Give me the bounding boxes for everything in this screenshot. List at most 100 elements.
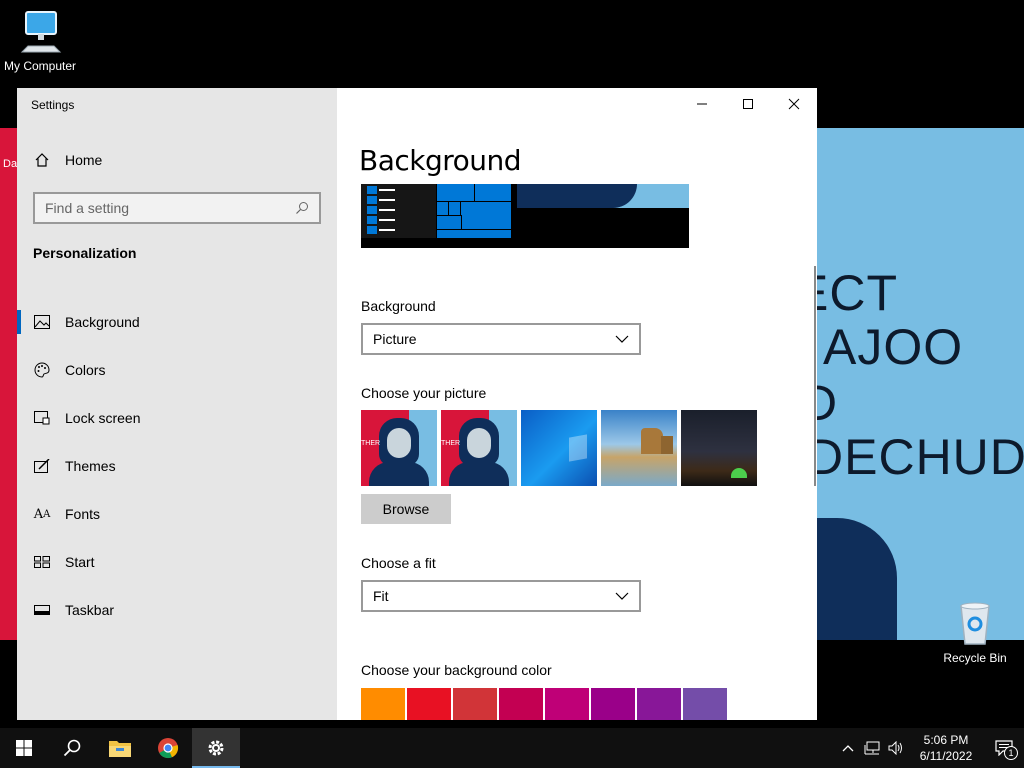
clock-date: 6/11/2022 bbox=[919, 749, 973, 763]
taskbar-icon bbox=[33, 601, 51, 619]
preview-tile bbox=[448, 201, 462, 217]
color-swatch[interactable] bbox=[637, 688, 681, 720]
personalization-nav-list: Background Colors Lock screen Themes A A… bbox=[17, 298, 337, 634]
gear-icon bbox=[208, 740, 224, 756]
taskbar-clock[interactable]: 5:06 PM 6/11/2022 bbox=[908, 732, 984, 764]
action-center-button[interactable]: 1 bbox=[984, 728, 1024, 768]
lock-screen-icon bbox=[33, 409, 51, 427]
start-button[interactable] bbox=[0, 728, 48, 768]
settings-window: Settings Home Find a setting Personaliza… bbox=[17, 88, 817, 720]
thumbnail-text: THER bbox=[361, 440, 381, 447]
home-icon bbox=[33, 151, 51, 169]
preview-tile bbox=[474, 184, 512, 203]
thumb-figure-body bbox=[369, 462, 429, 486]
chrome-button[interactable] bbox=[144, 728, 192, 768]
file-explorer-button[interactable] bbox=[96, 728, 144, 768]
volume-button[interactable] bbox=[884, 728, 908, 768]
color-swatch[interactable] bbox=[591, 688, 635, 720]
recycle-bin-desktop-icon[interactable]: Recycle Bin bbox=[938, 600, 1012, 665]
wallpaper-figure bbox=[817, 518, 897, 640]
network-icon bbox=[864, 741, 880, 755]
themes-icon bbox=[33, 457, 51, 475]
section-heading: Personalization bbox=[33, 245, 137, 261]
sidebar-item-label: Fonts bbox=[65, 506, 101, 522]
home-label: Home bbox=[65, 152, 103, 168]
wallpaper-right-area: ECT AJOO D DECHUD bbox=[817, 128, 1024, 640]
thumb-rock bbox=[641, 428, 663, 454]
preview-tile bbox=[436, 201, 450, 217]
color-swatch[interactable] bbox=[683, 688, 727, 720]
wallpaper-text-line-1: ECT bbox=[817, 265, 898, 321]
sidebar-item-label: Lock screen bbox=[65, 410, 141, 426]
background-type-dropdown[interactable]: Picture bbox=[361, 323, 641, 355]
thumb-tent bbox=[731, 468, 747, 478]
choose-fit-dropdown[interactable]: Fit bbox=[361, 580, 641, 612]
choose-fit-label: Choose a fit bbox=[361, 555, 436, 571]
background-type-label: Background bbox=[361, 298, 436, 314]
chevron-down-icon bbox=[615, 592, 629, 600]
minimize-icon bbox=[697, 103, 707, 105]
minimize-button[interactable] bbox=[679, 88, 725, 120]
sidebar-item-label: Taskbar bbox=[65, 602, 115, 618]
fit-value: Fit bbox=[373, 588, 389, 604]
window-controls bbox=[679, 88, 817, 120]
volume-icon bbox=[888, 741, 902, 755]
sidebar-item-lock-screen[interactable]: Lock screen bbox=[17, 394, 337, 442]
search-placeholder: Find a setting bbox=[45, 200, 130, 216]
computer-icon bbox=[20, 11, 62, 53]
preview-menu-icon bbox=[367, 186, 377, 194]
picture-thumbnails: THER THER bbox=[361, 410, 757, 486]
page-title: Background bbox=[359, 144, 522, 177]
color-swatch[interactable] bbox=[545, 688, 589, 720]
sidebar-item-taskbar[interactable]: Taskbar bbox=[17, 586, 337, 634]
sidebar-item-colors[interactable]: Colors bbox=[17, 346, 337, 394]
sidebar-item-fonts[interactable]: AA Fonts bbox=[17, 490, 337, 538]
main-scrollbar[interactable] bbox=[814, 266, 816, 486]
preview-menu-icon bbox=[367, 216, 377, 224]
close-icon bbox=[788, 98, 800, 110]
system-tray: 5:06 PM 6/11/2022 1 bbox=[836, 728, 1024, 768]
background-type-value: Picture bbox=[373, 331, 417, 347]
thumbnail-portrait-2[interactable]: THER bbox=[441, 410, 517, 486]
browse-button[interactable]: Browse bbox=[361, 494, 451, 524]
chevron-down-icon bbox=[615, 335, 629, 343]
color-swatch[interactable] bbox=[361, 688, 405, 720]
find-setting-search-input[interactable]: Find a setting bbox=[33, 192, 321, 224]
settings-button[interactable] bbox=[192, 728, 240, 768]
maximize-button[interactable] bbox=[725, 88, 771, 120]
thumbnail-night-sky[interactable] bbox=[681, 410, 757, 486]
background-color-swatches bbox=[361, 688, 727, 720]
sidebar-item-background[interactable]: Background bbox=[17, 298, 337, 346]
thumbnail-windows-default[interactable] bbox=[521, 410, 597, 486]
sidebar-item-label: Background bbox=[65, 314, 140, 330]
search-button[interactable] bbox=[48, 728, 96, 768]
thumb-figure-face bbox=[467, 428, 491, 458]
wallpaper-text-line-2: AJOO bbox=[823, 319, 964, 375]
color-swatch[interactable] bbox=[407, 688, 451, 720]
maximize-icon bbox=[743, 99, 753, 109]
sidebar-item-themes[interactable]: Themes bbox=[17, 442, 337, 490]
settings-sidebar: Settings Home Find a setting Personaliza… bbox=[17, 88, 337, 720]
taskbar: 5:06 PM 6/11/2022 1 bbox=[0, 728, 1024, 768]
thumb-figure-body bbox=[449, 462, 509, 486]
network-button[interactable] bbox=[860, 728, 884, 768]
color-swatch[interactable] bbox=[453, 688, 497, 720]
thumbnail-portrait-1[interactable]: THER bbox=[361, 410, 437, 486]
home-nav-item[interactable]: Home bbox=[17, 146, 337, 174]
wallpaper-left-strip: Da bbox=[0, 128, 17, 640]
my-computer-desktop-icon[interactable]: My Computer bbox=[0, 8, 80, 73]
sidebar-item-label: Themes bbox=[65, 458, 116, 474]
thumbnail-beach-rocks[interactable] bbox=[601, 410, 677, 486]
picture-icon bbox=[33, 313, 51, 331]
sidebar-item-start[interactable]: Start bbox=[17, 538, 337, 586]
windows-logo-icon bbox=[16, 740, 32, 756]
search-icon bbox=[63, 739, 81, 757]
close-button[interactable] bbox=[771, 88, 817, 120]
preview-menu-line bbox=[379, 199, 395, 201]
fonts-icon: AA bbox=[33, 506, 51, 522]
show-hidden-icons-button[interactable] bbox=[836, 728, 860, 768]
recycle-bin-label: Recycle Bin bbox=[943, 651, 1007, 665]
notification-count-badge: 1 bbox=[1004, 746, 1018, 760]
color-swatch[interactable] bbox=[499, 688, 543, 720]
thumb-figure-face bbox=[387, 428, 411, 458]
